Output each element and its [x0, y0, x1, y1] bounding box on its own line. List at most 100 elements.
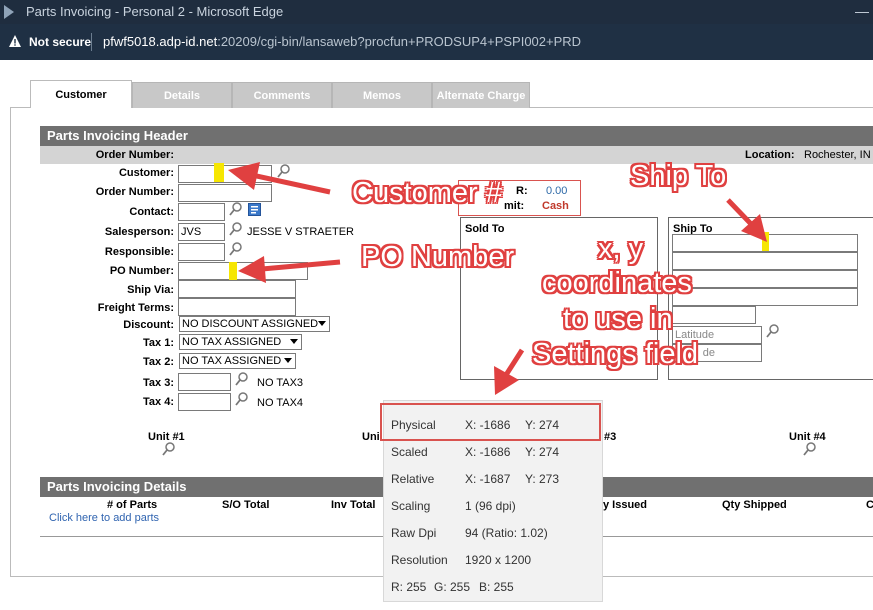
annotation-coords-line3: to use in	[563, 303, 673, 335]
tab-comments[interactable]: Comments	[232, 82, 332, 108]
annotation-customer: Customer #	[352, 177, 502, 209]
location-value: Rochester, IN	[804, 149, 871, 161]
popup-x: X: -1687	[465, 472, 511, 486]
popup-value: 1920 x 1200	[465, 553, 532, 567]
unit1-lookup-icon[interactable]	[162, 442, 176, 456]
salesperson-lookup-icon[interactable]	[229, 222, 243, 236]
po-number-label: PO Number:	[109, 265, 174, 277]
discount-label: Discount:	[123, 319, 174, 331]
contact-lookup-icon[interactable]	[229, 202, 243, 216]
ar-label: R:	[516, 185, 528, 197]
sold-to-label: Sold To	[465, 223, 505, 235]
tab-customer[interactable]: Customer	[30, 80, 132, 108]
column-truncated: C	[866, 499, 873, 511]
salesperson-label: Salesperson:	[104, 226, 174, 238]
customer-lookup-icon[interactable]	[277, 164, 291, 178]
tax3-label: Tax 3:	[143, 377, 174, 389]
address-divider	[91, 33, 92, 51]
physical-highlight-box	[380, 403, 601, 441]
tax4-lookup-icon[interactable]	[235, 392, 249, 406]
column-qty-issued: y Issued	[603, 499, 648, 511]
popup-rgb-g: G: 255	[434, 580, 471, 594]
popup-x: X: -1686	[465, 445, 511, 459]
popup-y: Y: 274	[525, 445, 560, 459]
responsible-lookup-icon[interactable]	[229, 242, 243, 256]
annotation-ship-to: Ship To	[630, 160, 727, 192]
po-number-highlight-marker	[229, 262, 237, 281]
responsible-label: Responsible:	[104, 246, 174, 258]
salesperson-input[interactable]: JVS	[178, 223, 225, 241]
popup-row-raw-dpi: Raw Dpi 94 (Ratio: 1.02)	[384, 520, 604, 547]
freight-terms-input[interactable]	[178, 298, 296, 316]
annotation-coords-line4: Settings field	[532, 338, 699, 370]
unit4-lookup-icon[interactable]	[803, 442, 817, 456]
annotation-po-number: PO Number	[361, 241, 515, 273]
customer-input[interactable]	[178, 165, 272, 183]
customer-label: Customer:	[118, 167, 174, 179]
annotation-coords-line1: x, y	[598, 233, 644, 265]
edge-logo-icon	[4, 5, 14, 19]
order-number-input[interactable]	[178, 184, 272, 202]
freight-terms-label: Freight Terms:	[97, 302, 174, 314]
ar-value: 0.00	[546, 185, 568, 197]
tax3-input[interactable]	[178, 373, 231, 391]
popup-label: Resolution	[391, 553, 448, 567]
annotation-coords-line2: coordinates	[542, 267, 692, 299]
popup-label: Raw Dpi	[391, 526, 437, 540]
popup-row-resolution: Resolution 1920 x 1200	[384, 547, 604, 574]
tab-details[interactable]: Details	[132, 82, 232, 108]
popup-value: 1 (96 dpi)	[465, 499, 516, 513]
minimize-button[interactable]: —	[852, 4, 872, 20]
column-inv-total: Inv Total	[331, 499, 376, 511]
tab-memos[interactable]: Memos	[332, 82, 432, 108]
chevron-down-icon	[318, 321, 326, 326]
ship-to-line3-input[interactable]	[672, 270, 858, 288]
contact-card-icon[interactable]	[248, 203, 261, 216]
column-so-total: S/O Total	[222, 499, 270, 511]
popup-label: Scaled	[391, 445, 428, 459]
tax4-input[interactable]	[178, 393, 231, 411]
order-number-label: Order Number:	[95, 186, 174, 198]
customer-highlight-marker	[214, 163, 224, 182]
popup-label: Relative	[391, 472, 435, 486]
discount-select[interactable]: NO DISCOUNT ASSIGNED	[179, 316, 330, 332]
ship-to-line5-input[interactable]	[672, 306, 756, 324]
column-qty-shipped: Qty Shipped	[722, 499, 787, 511]
popup-rgb-r: R: 255	[391, 580, 427, 594]
popup-rgb-b: B: 255	[479, 580, 514, 594]
window-title: Parts Invoicing - Personal 2 - Microsoft…	[26, 4, 284, 19]
tax1-select[interactable]: NO TAX ASSIGNED	[179, 334, 302, 350]
ship-to-line2-input[interactable]	[672, 252, 858, 270]
tax4-note: NO TAX4	[257, 397, 304, 409]
popup-row-scaled: Scaled X: -1686 Y: 274	[384, 439, 604, 466]
responsible-input[interactable]	[178, 243, 225, 261]
add-parts-link[interactable]: Click here to add parts	[49, 512, 159, 524]
popup-value: 94 (Ratio: 1.02)	[465, 526, 548, 540]
unit2-label: Uni	[362, 431, 380, 443]
contact-input[interactable]	[178, 203, 225, 221]
po-number-input[interactable]	[178, 262, 308, 280]
ship-to-line4-input[interactable]	[672, 288, 858, 306]
tax2-select[interactable]: NO TAX ASSIGNED	[179, 353, 296, 369]
url-host: pfwf5018.adp-id.net	[103, 34, 218, 49]
limit-value: Cash	[542, 200, 569, 212]
tax1-label: Tax 1:	[143, 337, 174, 349]
security-status[interactable]: Not secure	[29, 35, 91, 49]
salesperson-name: JESSE V STRAETER	[247, 226, 354, 238]
tax4-label: Tax 4:	[143, 396, 174, 408]
ship-to-lookup-icon[interactable]	[766, 324, 780, 338]
tax2-select-value: NO TAX ASSIGNED	[182, 355, 282, 367]
title-bar: Parts Invoicing - Personal 2 - Microsoft…	[0, 0, 873, 24]
tab-alternate-charge[interactable]: Alternate Charge	[432, 82, 530, 108]
column-num-parts: # of Parts	[107, 499, 158, 511]
popup-label: Scaling	[391, 499, 431, 513]
ship-via-input[interactable]	[178, 280, 296, 298]
warning-icon[interactable]	[8, 34, 22, 48]
tax3-lookup-icon[interactable]	[235, 372, 249, 386]
chevron-down-icon	[284, 358, 292, 363]
popup-row-scaling: Scaling 1 (96 dpi)	[384, 493, 604, 520]
url-path: :20209/cgi-bin/lansaweb?procfun+PRODSUP4…	[217, 34, 582, 49]
url-text[interactable]: pfwf5018.adp-id.net:20209/cgi-bin/lansaw…	[103, 34, 581, 49]
tax3-note: NO TAX3	[257, 377, 304, 389]
address-bar[interactable]: Not secure pfwf5018.adp-id.net:20209/cgi…	[0, 24, 873, 60]
